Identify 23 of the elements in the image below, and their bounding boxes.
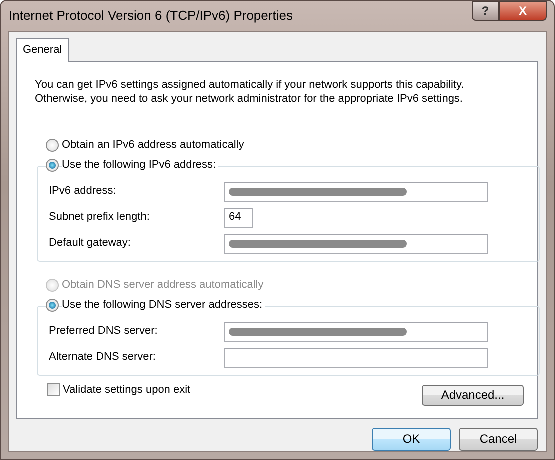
window-title: Internet Protocol Version 6 (TCP/IPv6) Properties (8, 7, 293, 26)
radio-button[interactable] (46, 139, 59, 152)
radio-label[interactable]: Obtain an IPv6 address automatically (62, 137, 244, 154)
field-label: Default gateway: (49, 236, 132, 252)
field-label: Subnet prefix length: (49, 210, 151, 226)
radio-button[interactable] (46, 159, 59, 172)
field-label: IPv6 address: (49, 184, 118, 200)
input-field[interactable]: 64 (224, 208, 253, 228)
field-label: Preferred DNS server: (49, 324, 159, 340)
field-label: Alternate DNS server: (49, 350, 157, 366)
dialog-button[interactable]: OK (372, 428, 451, 450)
checkbox[interactable] (47, 383, 60, 396)
advanced-button[interactable]: Advanced... (422, 384, 524, 406)
input-field[interactable] (224, 322, 488, 342)
dialog-button[interactable]: Cancel (459, 428, 538, 450)
input-field[interactable] (224, 234, 488, 254)
checkbox-label[interactable]: Validate settings upon exit (63, 382, 191, 398)
description-text: You can get IPv6 settings assigned automatically if your network supports this capability. Otherwise, you need to ask your network administrator for the appropriate IPv6 settings. (35, 78, 466, 106)
input-field[interactable] (224, 348, 488, 368)
help-button[interactable]: ? (472, 1, 499, 21)
tab[interactable]: General (16, 38, 70, 62)
radio-button[interactable] (46, 299, 59, 312)
input-field[interactable] (224, 182, 488, 202)
